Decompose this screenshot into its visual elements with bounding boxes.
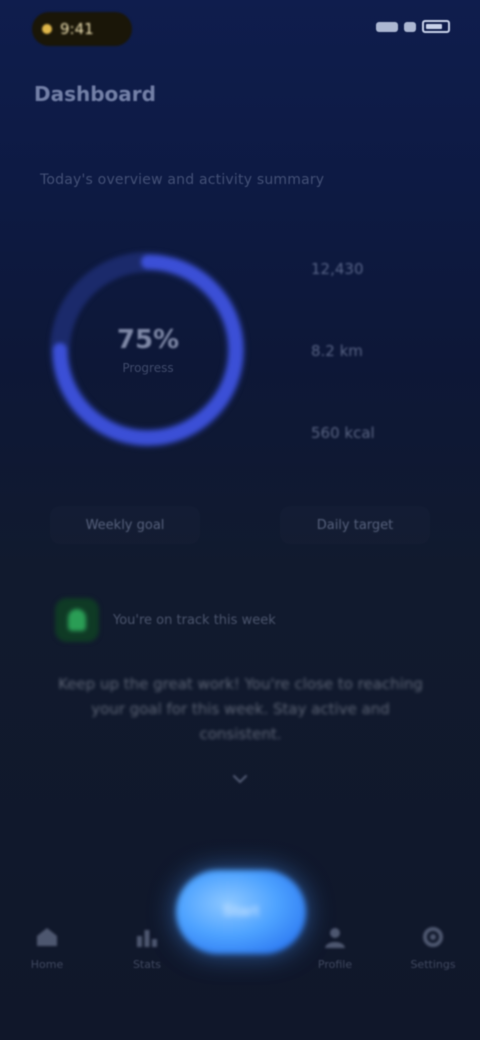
info-row: Weekly goal Daily target [50, 506, 430, 546]
page-title: Dashboard [34, 82, 156, 106]
stat-item: 8.2 km [305, 330, 425, 372]
stat-item: 12,430 [305, 248, 425, 290]
status-bar: 9:41 [0, 0, 480, 60]
tab-label: Stats [132, 958, 162, 971]
signal-icon [376, 21, 398, 32]
profile-icon [325, 928, 345, 948]
tab-settings[interactable]: Settings [398, 924, 468, 984]
start-button[interactable]: Start [176, 870, 306, 954]
ring-caption: Progress [122, 361, 174, 375]
recording-dot-icon [42, 24, 52, 34]
chevron-down-icon[interactable] [231, 770, 249, 788]
tab-profile[interactable]: Profile [300, 924, 370, 984]
stats-column: 12,430 8.2 km 560 kcal [305, 248, 425, 494]
stat-value: 12,430 [311, 260, 364, 278]
wifi-icon [404, 21, 416, 32]
tab-stats[interactable]: Stats [112, 924, 182, 984]
time-pill: 9:41 [32, 12, 132, 46]
tab-label: Settings [410, 958, 456, 971]
ring-center: 75% Progress [48, 245, 248, 455]
tab-home[interactable]: Home [12, 924, 82, 984]
status-check-icon [55, 598, 99, 642]
info-chip-daily[interactable]: Daily target [280, 506, 430, 544]
status-time: 9:41 [60, 20, 94, 38]
motivation-message: Keep up the great work! You're close to … [58, 675, 423, 743]
home-icon [37, 928, 57, 946]
tab-label: Profile [317, 958, 353, 971]
stat-value: 560 kcal [311, 424, 375, 442]
overview-subtitle: Today's overview and activity summary [40, 172, 325, 188]
chart-icon [137, 930, 157, 947]
battery-icon [422, 20, 450, 33]
alert-text: You're on track this week [113, 612, 276, 628]
stat-value: 8.2 km [311, 342, 363, 360]
settings-icon [423, 927, 443, 947]
start-button-label: Start [222, 903, 260, 920]
info-chip-weekly[interactable]: Weekly goal [50, 506, 200, 544]
tab-label: Home [30, 958, 64, 971]
alert-row[interactable]: You're on track this week [55, 595, 425, 645]
status-icons [376, 20, 450, 33]
stat-item: 560 kcal [305, 412, 425, 454]
ring-value: 75% [116, 325, 180, 355]
progress-ring: 75% Progress [48, 245, 248, 455]
